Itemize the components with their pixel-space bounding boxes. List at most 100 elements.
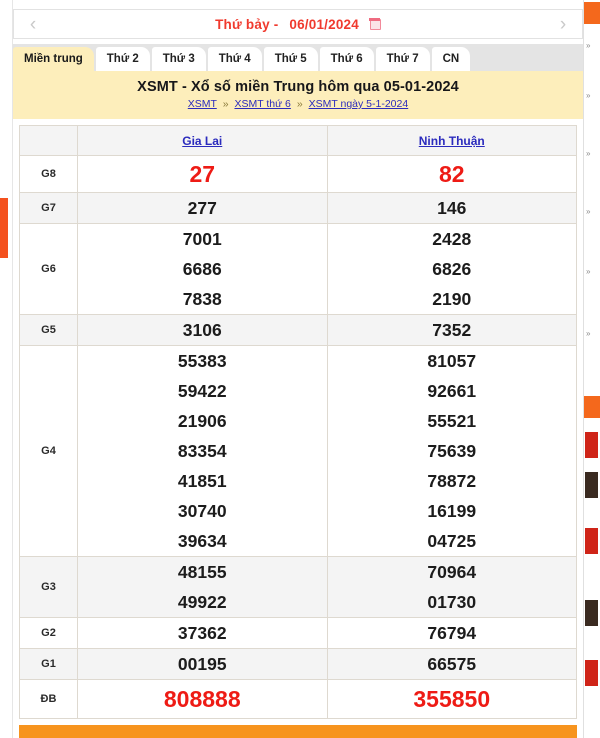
prize-label-g2: G2: [19, 617, 78, 649]
sidebar-thumbnail[interactable]: [585, 528, 598, 554]
header-province-gia-lai: Gia Lai: [77, 125, 328, 156]
prize-values-g3-ninh-thuan: 70964 01730: [326, 556, 577, 618]
number-cell: 37362: [177, 623, 227, 643]
sidebar-thumbnail[interactable]: [585, 600, 598, 626]
prize-label-g7: G7: [19, 192, 78, 224]
number-cell: 78872: [427, 471, 477, 491]
previous-day-button[interactable]: ‹: [16, 10, 50, 38]
prize-values-g6-gia-lai: 7001 6686 7838: [77, 223, 328, 315]
left-rail: [0, 0, 13, 738]
sidebar-list-item[interactable]: »: [586, 150, 598, 158]
number-cell: 21906: [177, 411, 227, 431]
number-cell: 82: [438, 161, 465, 187]
tab-cn[interactable]: CN: [431, 47, 471, 71]
prize-values-g7-ninh-thuan: 146: [326, 192, 577, 224]
number-cell: 49922: [177, 592, 227, 612]
tab-thu-3[interactable]: Thứ 3: [151, 47, 206, 71]
page-title: XSMT - Xổ số miền Trung hôm qua 05-01-20…: [137, 79, 459, 95]
date-text: 06/01/2024: [289, 16, 359, 32]
prize-values-g6-ninh-thuan: 2428 6826 2190: [326, 223, 577, 315]
sidebar-list-item[interactable]: »: [586, 330, 598, 338]
number-cell: 3106: [182, 320, 222, 340]
tab-strip: Miền trung Thứ 2 Thứ 3 Thứ 4 Thứ 5 Thứ 6…: [13, 44, 583, 71]
prize-label-db: ĐB: [19, 679, 78, 719]
sidebar-thumbnail[interactable]: [585, 432, 598, 458]
province-link-ninh-thuan[interactable]: Ninh Thuận: [419, 134, 485, 148]
tab-thu-7[interactable]: Thứ 7: [375, 47, 430, 71]
prize-values-g8-ninh-thuan: 82: [326, 155, 577, 193]
lottery-results-table: Gia Lai Ninh Thuận G8 27 82 G7 277 146 G…: [19, 125, 577, 719]
table-row: G4 55383 59422 21906 83354 41851 30740 3…: [19, 345, 577, 557]
prize-values-g1-ninh-thuan: 66575: [326, 648, 577, 680]
table-head: Gia Lai Ninh Thuận: [19, 125, 577, 156]
number-cell: 00195: [177, 654, 227, 674]
number-cell: 04725: [427, 531, 477, 551]
results-table-wrap: Gia Lai Ninh Thuận G8 27 82 G7 277 146 G…: [13, 119, 583, 719]
prize-values-g7-gia-lai: 277: [77, 192, 328, 224]
tab-thu-6[interactable]: Thứ 6: [319, 47, 374, 71]
table-row: G2 37362 76794: [19, 617, 577, 649]
number-cell: 808888: [163, 686, 241, 712]
number-cell: 81057: [427, 351, 477, 371]
breadcrumb-link-xsmt-thu-6[interactable]: XSMT thứ 6: [234, 98, 290, 110]
right-sidebar-rail: » » » » » »: [583, 0, 600, 738]
calendar-icon[interactable]: [369, 17, 381, 30]
sidebar-list-item[interactable]: »: [586, 268, 598, 276]
table-row: G6 7001 6686 7838 2428 6826 2190: [19, 223, 577, 315]
page-root: » » » » » » ‹ Thứ bảy - 06/01/2024 › Miề…: [0, 0, 600, 738]
number-cell: 39634: [177, 531, 227, 551]
number-cell: 6686: [182, 259, 222, 279]
number-cell: 55383: [177, 351, 227, 371]
breadcrumb-link-xsmt[interactable]: XSMT: [188, 98, 217, 110]
number-cell: 75639: [427, 441, 477, 461]
number-cell: 59422: [177, 381, 227, 401]
tab-thu-2[interactable]: Thứ 2: [95, 47, 150, 71]
prize-label-g5: G5: [19, 314, 78, 346]
prize-values-g5-gia-lai: 3106: [77, 314, 328, 346]
prize-label-g3: G3: [19, 556, 78, 618]
tab-thu-4[interactable]: Thứ 4: [207, 47, 262, 71]
prize-values-db-ninh-thuan: 355850: [326, 679, 577, 719]
number-cell: 01730: [427, 592, 477, 612]
left-rail-orange-block: [0, 198, 8, 258]
table-row: G3 48155 49922 70964 01730: [19, 556, 577, 618]
prize-label-g4: G4: [19, 345, 78, 557]
table-row: G5 3106 7352: [19, 314, 577, 346]
number-cell: 70964: [427, 562, 477, 582]
prize-label-g8: G8: [19, 155, 78, 193]
number-cell: 66575: [427, 654, 477, 674]
province-link-gia-lai[interactable]: Gia Lai: [182, 134, 222, 148]
number-cell: 83354: [177, 441, 227, 461]
sidebar-section-header: [584, 396, 600, 418]
prize-label-g1: G1: [19, 648, 78, 680]
date-navigation-bar: ‹ Thứ bảy - 06/01/2024 ›: [13, 9, 583, 39]
sidebar-thumbnail[interactable]: [585, 472, 598, 498]
table-row: G7 277 146: [19, 192, 577, 224]
next-day-button[interactable]: ›: [546, 10, 580, 38]
number-cell: 92661: [427, 381, 477, 401]
number-cell: 6826: [432, 259, 472, 279]
number-cell: 27: [189, 161, 216, 187]
main-frame: ‹ Thứ bảy - 06/01/2024 › Miền trung Thứ …: [13, 0, 583, 738]
table-row: G1 00195 66575: [19, 648, 577, 680]
bottom-orange-bar: [19, 725, 577, 738]
prize-values-g2-gia-lai: 37362: [77, 617, 328, 649]
title-panel: XSMT - Xổ số miền Trung hôm qua 05-01-20…: [13, 71, 583, 119]
table-row: ĐB 808888 355850: [19, 679, 577, 719]
number-cell: 30740: [177, 501, 227, 521]
number-cell: 2428: [432, 229, 472, 249]
tab-mien-trung[interactable]: Miền trung: [13, 47, 94, 71]
number-cell: 355850: [413, 686, 491, 712]
prize-values-g5-ninh-thuan: 7352: [326, 314, 577, 346]
sidebar-section-header: [584, 2, 600, 24]
sidebar-list-item[interactable]: »: [586, 42, 598, 50]
number-cell: 48155: [177, 562, 227, 582]
number-cell: 277: [187, 198, 217, 218]
sidebar-thumbnail[interactable]: [585, 660, 598, 686]
sidebar-list-item[interactable]: »: [586, 208, 598, 216]
sidebar-list-item[interactable]: »: [586, 92, 598, 100]
breadcrumb-link-xsmt-ngay[interactable]: XSMT ngày 5-1-2024: [309, 98, 409, 110]
header-prize-column: [19, 125, 78, 156]
number-cell: 7001: [182, 229, 222, 249]
tab-thu-5[interactable]: Thứ 5: [263, 47, 318, 71]
